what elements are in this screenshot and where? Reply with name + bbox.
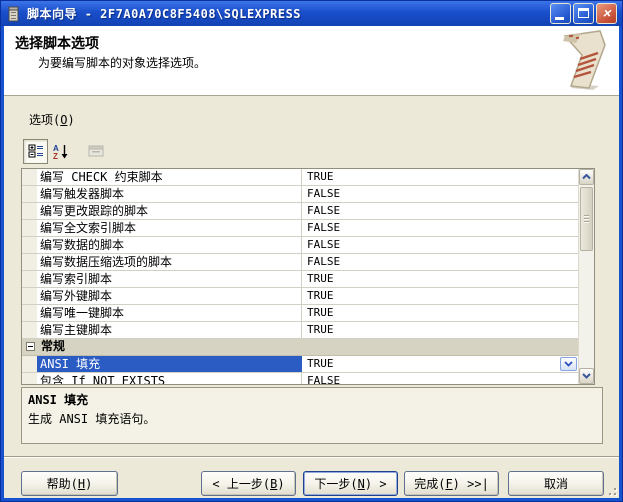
option-label: 编写 CHECK 约束脚本 [37,169,302,185]
property-grid: 编写 CHECK 约束脚本TRUE编写触发器脚本FALSE编写更改跟踪的脚本FA… [21,168,595,385]
option-label: 编写全文索引脚本 [37,220,302,236]
description-title: ANSI 填充 [28,391,596,408]
option-value[interactable]: TRUE [302,288,578,304]
resize-grip[interactable] [604,483,617,496]
alphabetical-sort-button[interactable]: A Z [48,139,73,164]
next-button[interactable]: 下一步(N) > [303,471,398,496]
grid-row[interactable]: 编写主键脚本TRUE [22,322,578,339]
wizard-header: 选择脚本选项 为要编写脚本的对象选择选项。 [4,26,619,96]
grid-row[interactable]: 编写全文索引脚本FALSE [22,220,578,237]
option-label: 编写触发器脚本 [37,186,302,202]
grid-row[interactable]: 编写外键脚本TRUE [22,288,578,305]
row-margin [22,356,37,372]
vertical-scrollbar[interactable] [578,169,594,384]
row-margin [22,373,37,384]
row-margin [22,322,37,338]
grid-row[interactable]: 编写索引脚本TRUE [22,271,578,288]
option-label: 编写唯一键脚本 [37,305,302,321]
page-title: 选择脚本选项 [15,33,99,53]
categorized-view-button[interactable] [23,139,48,164]
description-text: 生成 ANSI 填充语句。 [28,410,596,427]
chevron-down-icon [582,373,591,379]
property-grid-toolbar: A Z [23,138,108,164]
row-margin [22,220,37,236]
option-value[interactable]: FALSE [302,203,578,219]
svg-text:Z: Z [53,152,58,159]
row-margin [22,169,37,185]
scroll-thumb[interactable] [580,187,593,251]
chevron-down-icon [564,361,573,367]
row-margin [22,254,37,270]
option-label: 编写主键脚本 [37,322,302,338]
row-margin [22,237,37,253]
value-dropdown-button[interactable] [560,357,577,371]
grid-row[interactable]: 编写唯一键脚本TRUE [22,305,578,322]
row-margin [22,186,37,202]
option-label: 编写数据的脚本 [37,237,302,253]
grid-row[interactable]: 编写触发器脚本FALSE [22,186,578,203]
option-value[interactable]: FALSE [302,254,578,270]
dialog-client-area: 选择脚本选项 为要编写脚本的对象选择选项。 选项(O) [4,26,619,498]
option-value[interactable]: TRUE [302,271,578,287]
category-label: 常规 [41,339,65,355]
footer-separator [4,456,619,458]
application-icon [6,6,22,22]
option-value[interactable]: FALSE [302,373,578,384]
minimize-icon [555,17,564,20]
option-label: 编写更改跟踪的脚本 [37,203,302,219]
row-margin [22,288,37,304]
property-pages-icon [88,143,104,159]
option-value[interactable]: TRUE [302,322,578,338]
categorized-icon [28,143,44,159]
collapse-minus-icon[interactable] [26,342,35,351]
script-wizard-window: 脚本向导 - 2F7A0A70C8F5408\SQLEXPRESS ✕ 选择脚本… [0,0,623,502]
grid-row[interactable]: 编写 CHECK 约束脚本TRUE [22,169,578,186]
close-icon: ✕ [597,4,616,23]
property-grid-rows: 编写 CHECK 约束脚本TRUE编写触发器脚本FALSE编写更改跟踪的脚本FA… [22,169,578,384]
option-value[interactable]: FALSE [302,186,578,202]
close-button[interactable]: ✕ [596,3,617,24]
cancel-button[interactable]: 取消 [508,471,604,496]
option-value[interactable]: TRUE [302,305,578,321]
option-label: 包含 If NOT EXISTS [37,373,302,384]
grid-row[interactable]: 编写更改跟踪的脚本FALSE [22,203,578,220]
minimize-button[interactable] [550,3,571,24]
scroll-document-graphic [555,28,617,92]
page-subtitle: 为要编写脚本的对象选择选项。 [38,54,206,71]
maximize-button[interactable] [573,3,594,24]
options-label: 选项(O) [29,111,75,128]
option-value[interactable]: TRUE [302,356,578,372]
finish-button[interactable]: 完成(F) >>| [404,471,499,496]
grid-row[interactable]: ANSI 填充TRUE [22,356,578,373]
option-value[interactable]: FALSE [302,237,578,253]
grid-row[interactable]: 包含 If NOT EXISTSFALSE [22,373,578,384]
option-label: ANSI 填充 [37,356,302,372]
option-label: 编写索引脚本 [37,271,302,287]
scroll-up-button[interactable] [579,169,594,185]
window-title: 脚本向导 - 2F7A0A70C8F5408\SQLEXPRESS [27,5,301,22]
grid-row[interactable]: 编写数据压缩选项的脚本FALSE [22,254,578,271]
grid-row[interactable]: 编写数据的脚本FALSE [22,237,578,254]
description-panel: ANSI 填充 生成 ANSI 填充语句。 [21,387,603,444]
alphabetical-sort-icon: A Z [53,143,69,159]
grid-category-row[interactable]: 常规 [22,339,578,356]
row-margin [22,271,37,287]
back-button[interactable]: < 上一步(B) [201,471,296,496]
option-value[interactable]: TRUE [302,169,578,185]
help-button[interactable]: 帮助(H) [21,471,118,496]
property-pages-button [83,139,108,164]
option-label: 编写数据压缩选项的脚本 [37,254,302,270]
option-value[interactable]: FALSE [302,220,578,236]
title-bar[interactable]: 脚本向导 - 2F7A0A70C8F5408\SQLEXPRESS ✕ [1,1,622,26]
row-margin [22,203,37,219]
option-label: 编写外键脚本 [37,288,302,304]
maximize-icon [578,8,589,18]
scroll-down-button[interactable] [579,368,594,384]
row-margin [22,305,37,321]
chevron-up-icon [582,174,591,180]
